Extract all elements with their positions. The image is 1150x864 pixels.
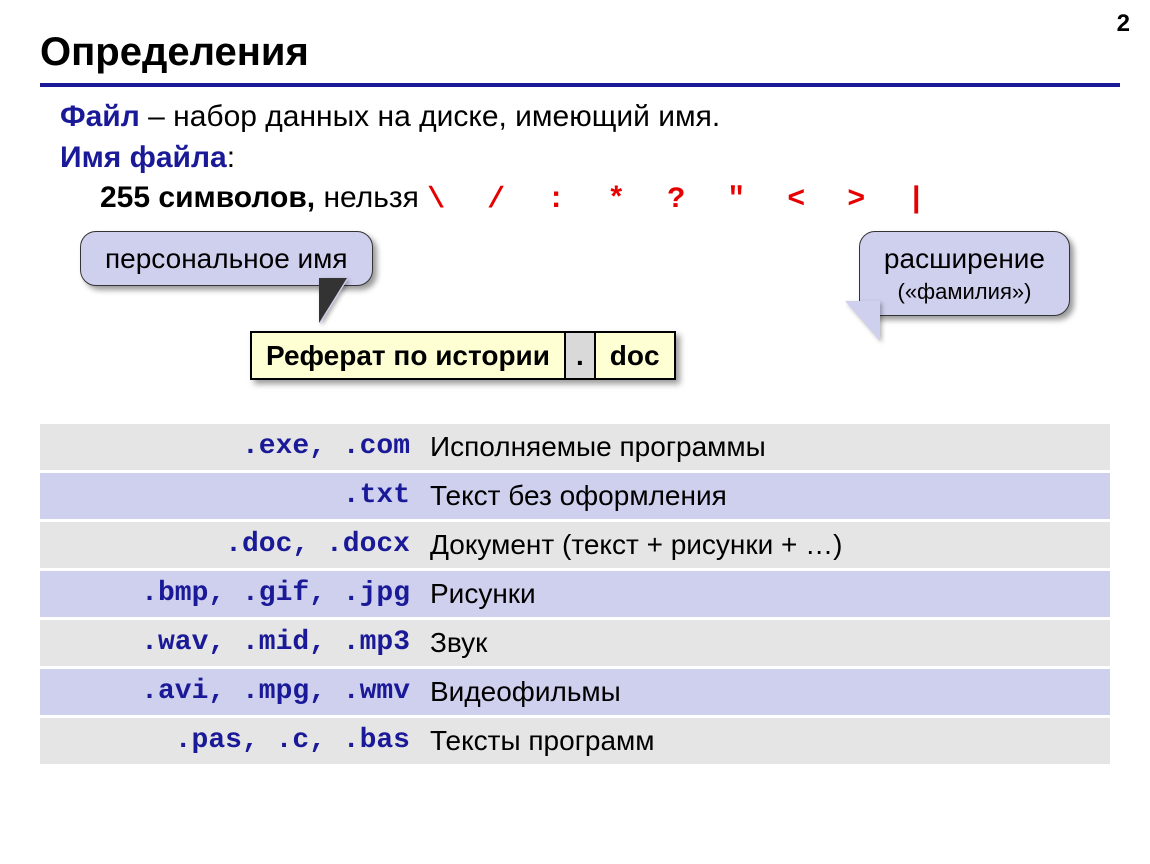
extension-cell: .exe, .com: [40, 422, 420, 471]
table-row: .bmp, .gif, .jpgРисунки: [40, 569, 1110, 618]
callout-left-text: персональное имя: [105, 243, 348, 274]
callout-tail-left: [320, 279, 348, 324]
description-cell: Текст без оформления: [420, 471, 1110, 520]
limit-rest: нельзя: [315, 181, 427, 214]
extension-cell: .txt: [40, 471, 420, 520]
extension-cell: .avi, .mpg, .wmv: [40, 667, 420, 716]
callout-extension: расширение («фамилия»): [859, 231, 1070, 316]
table-row: .txtТекст без оформления: [40, 471, 1110, 520]
description-cell: Тексты программ: [420, 716, 1110, 764]
table-row: .pas, .c, .basТексты программ: [40, 716, 1110, 764]
definition-line-2: Имя файла:: [60, 138, 1110, 179]
description-cell: Исполняемые программы: [420, 422, 1110, 471]
extension-cell: .wav, .mid, .mp3: [40, 618, 420, 667]
filename-ext: doc: [596, 333, 674, 379]
content-block: Файл – набор данных на диске, имеющий им…: [0, 87, 1150, 401]
colon: :: [227, 141, 235, 174]
table-row: .avi, .mpg, .wmvВидеофильмы: [40, 667, 1110, 716]
page-number: 2: [1117, 10, 1130, 38]
filename-box: Реферат по истории . doc: [250, 331, 676, 381]
description-cell: Документ (текст + рисунки + …): [420, 520, 1110, 569]
extension-cell: .doc, .docx: [40, 520, 420, 569]
callouts-area: персональное имя расширение («фамилия») …: [60, 231, 1110, 401]
filename-name: Реферат по истории: [252, 333, 566, 379]
extension-cell: .pas, .c, .bas: [40, 716, 420, 764]
forbidden-chars: \ / : * ? " < > |: [427, 183, 937, 217]
callout-right-text: расширение: [884, 243, 1045, 274]
filename-dot: .: [566, 333, 596, 379]
term-filename: Имя файла: [60, 141, 227, 174]
extension-cell: .bmp, .gif, .jpg: [40, 569, 420, 618]
table-row: .doc, .docxДокумент (текст + рисунки + ……: [40, 520, 1110, 569]
slide-title: Определения: [0, 0, 1150, 83]
description-cell: Звук: [420, 618, 1110, 667]
table-row: .wav, .mid, .mp3Звук: [40, 618, 1110, 667]
term-file: Файл: [60, 100, 140, 133]
description-cell: Видеофильмы: [420, 667, 1110, 716]
definition-line-1: Файл – набор данных на диске, имеющий им…: [60, 97, 1110, 138]
callout-tail-right: [845, 301, 880, 341]
definition-text-1: – набор данных на диске, имеющий имя.: [140, 100, 720, 133]
table-row: .exe, .comИсполняемые программы: [40, 422, 1110, 471]
callout-right-sub: («фамилия»): [884, 277, 1045, 307]
filename-limit-line: 255 символов, нельзя \ / : * ? " < > |: [60, 178, 1110, 221]
description-cell: Рисунки: [420, 569, 1110, 618]
limit-bold: 255 символов,: [100, 181, 315, 214]
extensions-table: .exe, .comИсполняемые программы.txtТекст…: [40, 421, 1110, 764]
